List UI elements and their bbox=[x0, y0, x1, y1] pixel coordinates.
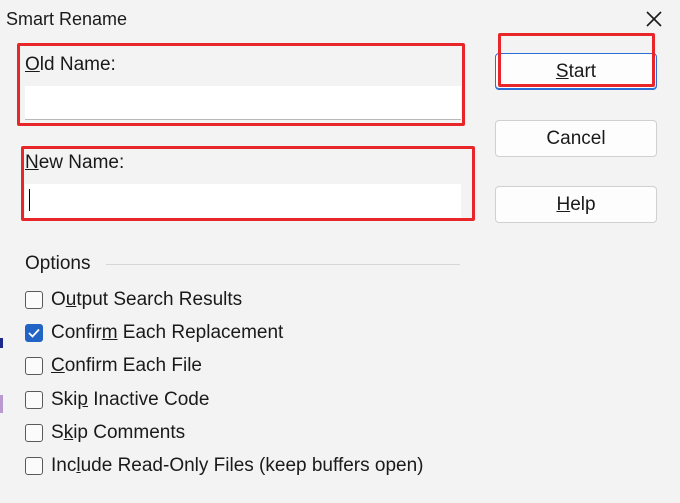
old-name-input[interactable] bbox=[25, 86, 461, 120]
new-name-label: New Name: bbox=[25, 152, 125, 173]
checkmark-icon bbox=[28, 328, 40, 338]
checkbox-checked[interactable] bbox=[25, 324, 43, 342]
option-item[interactable]: Skip Inactive Code bbox=[25, 388, 209, 412]
checkbox-unchecked[interactable] bbox=[25, 424, 43, 442]
title-bar: Smart Rename bbox=[0, 0, 680, 40]
option-item[interactable]: Include Read-Only Files (keep buffers op… bbox=[25, 454, 423, 478]
option-item[interactable]: Output Search Results bbox=[25, 288, 242, 312]
option-label: Output Search Results bbox=[51, 289, 243, 310]
options-divider bbox=[106, 264, 460, 265]
option-label: Confirm Each File bbox=[51, 355, 203, 376]
option-label: Skip Comments bbox=[51, 422, 186, 443]
options-group-label: Options bbox=[25, 253, 91, 274]
new-name-input[interactable] bbox=[25, 184, 461, 220]
option-label: Skip Inactive Code bbox=[51, 389, 210, 410]
option-label: Confirm Each Replacement bbox=[51, 322, 284, 343]
smart-rename-dialog: Smart Rename Old Name: New Name: Start C… bbox=[0, 0, 680, 503]
close-icon bbox=[646, 11, 662, 27]
old-name-label: Old Name: bbox=[25, 54, 116, 75]
help-button[interactable]: Help bbox=[495, 186, 657, 223]
option-item[interactable]: Confirm Each File bbox=[25, 354, 202, 378]
close-button[interactable] bbox=[634, 0, 674, 38]
option-label: Include Read-Only Files (keep buffers op… bbox=[51, 455, 424, 476]
checkbox-unchecked[interactable] bbox=[25, 357, 43, 375]
checkbox-unchecked[interactable] bbox=[25, 457, 43, 475]
option-item[interactable]: Confirm Each Replacement bbox=[25, 321, 283, 345]
cancel-button[interactable]: Cancel bbox=[495, 120, 657, 157]
checkbox-unchecked[interactable] bbox=[25, 291, 43, 309]
checkbox-unchecked[interactable] bbox=[25, 391, 43, 409]
background-window-edge bbox=[0, 338, 3, 348]
option-item[interactable]: Skip Comments bbox=[25, 421, 185, 445]
start-button[interactable]: Start bbox=[495, 53, 657, 90]
background-window-edge bbox=[0, 395, 3, 413]
window-title: Smart Rename bbox=[6, 9, 128, 29]
text-caret bbox=[29, 189, 30, 211]
